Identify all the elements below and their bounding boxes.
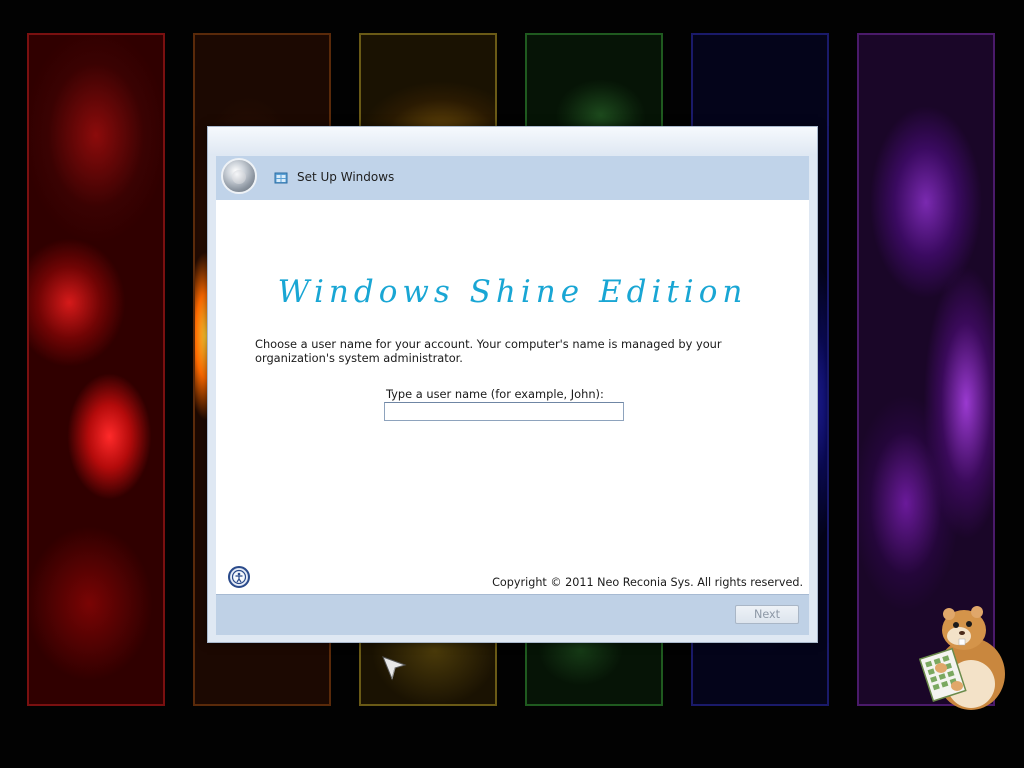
- edition-title: Windows Shine Edition: [277, 274, 748, 310]
- instructions-text: Choose a user name for your account. You…: [255, 337, 722, 365]
- hamster-mascot-icon: [919, 606, 1005, 710]
- ease-of-access-icon[interactable]: [228, 566, 250, 588]
- mouse-pointer-icon: [382, 656, 407, 681]
- background-panel-red: [27, 33, 165, 706]
- back-button[interactable]: [221, 158, 257, 194]
- dialog-footer: Next: [216, 594, 809, 635]
- back-arrow-icon: [232, 170, 246, 184]
- username-input[interactable]: [384, 402, 624, 421]
- next-button[interactable]: Next: [735, 605, 799, 624]
- desktop-background: Set Up Windows Windows Shine Edition Cho…: [0, 0, 1024, 768]
- dialog-header: Set Up Windows: [216, 156, 809, 201]
- username-label: Type a user name (for example, John):: [386, 387, 604, 401]
- window-title: Set Up Windows: [297, 170, 395, 184]
- dialog-content: Windows Shine Edition Choose a user name…: [216, 200, 809, 594]
- copyright-text: Copyright © 2011 Neo Reconia Sys. All ri…: [492, 576, 803, 589]
- ease-of-access-glyph: [231, 569, 247, 585]
- setup-dialog: Set Up Windows Windows Shine Edition Cho…: [207, 126, 818, 643]
- setup-windows-icon: [274, 172, 288, 184]
